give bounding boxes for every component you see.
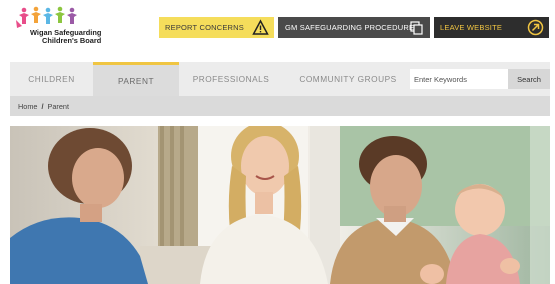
breadcrumb-separator: /: [41, 101, 44, 111]
leave-website-label: LEAVE WEBSITE: [440, 23, 503, 32]
logo-text: Wigan Safeguarding Children's Board: [30, 29, 101, 45]
nav-item-children[interactable]: CHILDREN: [10, 62, 93, 96]
exit-arrow-icon: [527, 19, 544, 36]
gm-safeguarding-procedures-button[interactable]: GM SAFEGUARDING PROCEDURES: [278, 17, 430, 38]
nav-item-community-groups[interactable]: COMMUNITY GROUPS: [283, 62, 413, 96]
search-input[interactable]: [410, 69, 508, 89]
logo-figures-icon: [16, 6, 77, 28]
logo-line-2: Children's Board: [42, 36, 102, 45]
nav-item-parent[interactable]: PARENT: [93, 62, 179, 96]
site-logo[interactable]: Wigan Safeguarding Children's Board: [14, 6, 106, 46]
nav-item-label: PARENT: [117, 75, 155, 86]
breadcrumb: Home / Parent: [10, 96, 550, 116]
nav-item-label: CHILDREN: [28, 74, 75, 84]
family-photo-illustration: [10, 126, 550, 284]
site-header: Wigan Safeguarding Children's Board REPO…: [0, 0, 555, 60]
breadcrumb-current: Parent: [47, 101, 70, 111]
nav-item-label: COMMUNITY GROUPS: [299, 74, 397, 84]
nav-item-label: PROFESSIONALS: [192, 74, 270, 84]
warning-icon: [252, 19, 269, 35]
report-concerns-button[interactable]: REPORT CONCERNS: [159, 17, 274, 38]
leave-website-button[interactable]: LEAVE WEBSITE: [434, 17, 549, 38]
nav-item-professionals[interactable]: PROFESSIONALS: [179, 62, 283, 96]
search-button[interactable]: Search: [508, 69, 550, 89]
procedures-icon: [410, 21, 423, 35]
gm-procedures-label: GM SAFEGUARDING PROCEDURES: [285, 23, 420, 32]
breadcrumb-home-link[interactable]: Home: [18, 102, 37, 111]
report-concerns-label: REPORT CONCERNS: [165, 23, 244, 32]
hero-image: [10, 126, 550, 284]
main-navigation: CHILDREN PARENT PROFESSIONALS COMMUNITY …: [10, 62, 550, 96]
